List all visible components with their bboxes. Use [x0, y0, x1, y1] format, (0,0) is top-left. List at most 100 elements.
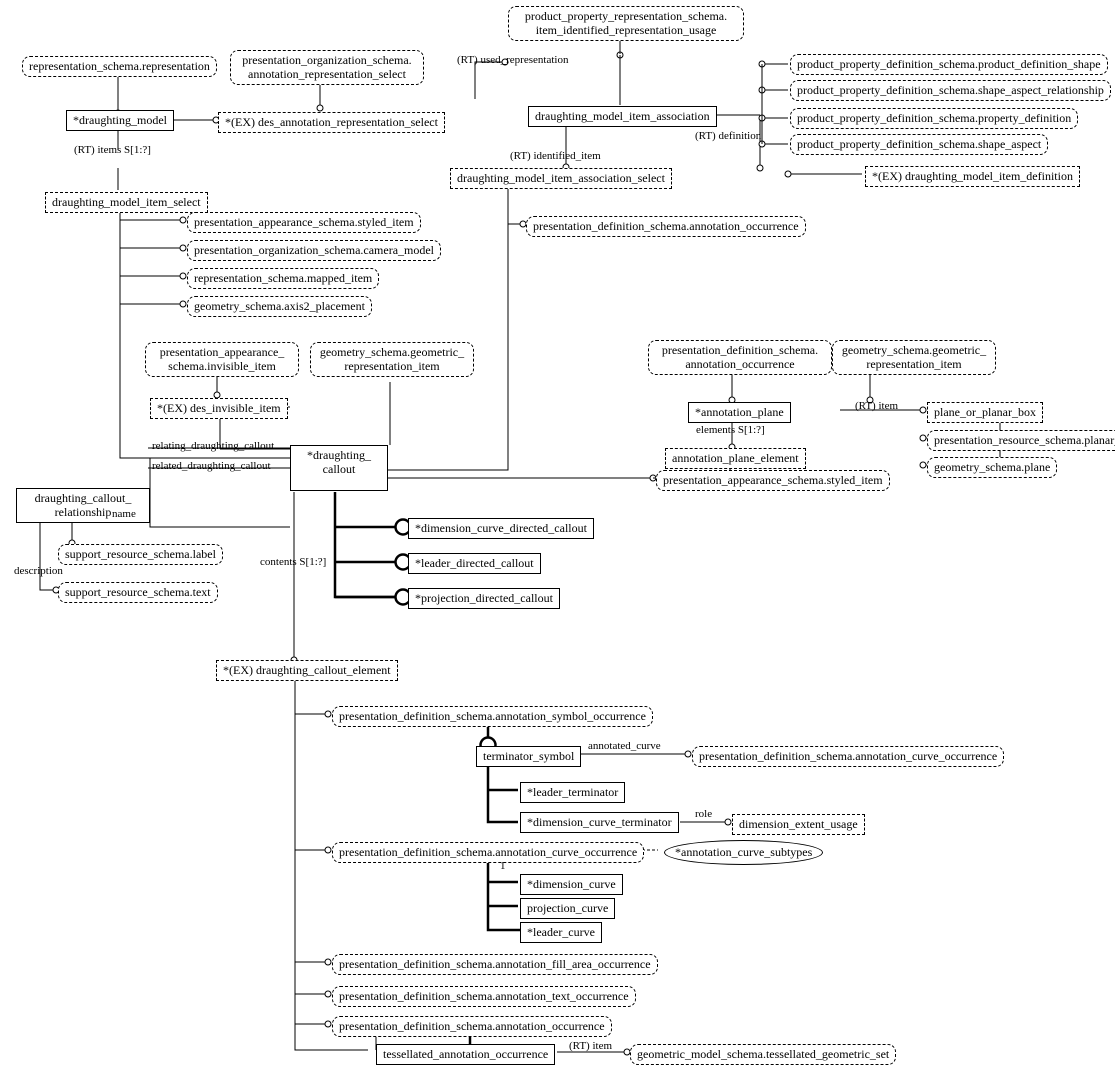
node-gms-tess: geometric_model_schema.tessellated_geome…	[630, 1044, 896, 1065]
lbl-rt-item: (RT) item	[855, 400, 898, 412]
node-pds-annot-occ-mid: presentation_definition_schema.annotatio…	[526, 216, 806, 237]
node-dim-extent-usage: dimension_extent_usage	[732, 814, 865, 835]
node-annot-plane: *annotation_plane	[688, 402, 791, 423]
lbl: plane_or_planar_box	[934, 405, 1036, 419]
node-prs-planar-box: presentation_resource_schema.planar_box	[927, 430, 1115, 451]
lbl: presentation_appearance_ schema.invisibl…	[160, 345, 285, 373]
lbl: presentation_definition_schema.annotatio…	[339, 845, 637, 859]
lbl: product_property_definition_schema.prope…	[797, 111, 1071, 125]
node-rep-schema-rep: representation_schema.representation	[22, 56, 217, 77]
lbl: projection_curve	[527, 901, 608, 915]
node-gs-plane: geometry_schema.plane	[927, 457, 1057, 478]
node-pas-invisible: presentation_appearance_ schema.invisibl…	[145, 342, 299, 377]
node-pds-annot-occ-top: presentation_definition_schema. annotati…	[648, 340, 832, 375]
node-draughting-model: *draughting_model	[66, 110, 174, 131]
node-pas-styled: presentation_appearance_schema.styled_it…	[187, 212, 421, 233]
lbl-annotated-curve: annotated_curve	[588, 740, 661, 752]
lbl: *(EX) des_annotation_representation_sele…	[225, 115, 438, 129]
node-projection-curve: projection_curve	[520, 898, 615, 919]
lbl: presentation_definition_schema.annotatio…	[339, 989, 629, 1003]
lbl: annotation_plane_element	[672, 451, 799, 465]
lbl: presentation_definition_schema.annotatio…	[339, 709, 646, 723]
lbl: product_property_representation_schema. …	[525, 9, 727, 37]
node-srs-text: support_resource_schema.text	[58, 582, 218, 603]
lbl: *dimension_curve	[527, 877, 616, 891]
lbl: *(EX) des_invisible_item	[157, 401, 281, 415]
lbl-role: role	[695, 808, 712, 820]
node-leader-callout: *leader_directed_callout	[408, 553, 541, 574]
node-dm-item-def: *(EX) draughting_model_item_definition	[865, 166, 1080, 187]
node-des-annot-sel: *(EX) des_annotation_representation_sele…	[218, 112, 445, 133]
node-pos-camera: presentation_organization_schema.camera_…	[187, 240, 441, 261]
node-leader-terminator: *leader_terminator	[520, 782, 625, 803]
lbl: *(EX) draughting_model_item_definition	[872, 169, 1073, 183]
node-dm-item-sel: draughting_model_item_select	[45, 192, 208, 213]
lbl-rt-item2: (RT) item	[569, 1040, 612, 1052]
node-srs-label: support_resource_schema.label	[58, 544, 223, 565]
lbl-definition: (RT) definition	[695, 130, 761, 142]
lbl: product_property_definition_schema.produ…	[797, 57, 1101, 71]
node-des-invisible: *(EX) des_invisible_item	[150, 398, 288, 419]
node-draughting-callout: *draughting_ callout	[290, 445, 388, 491]
lbl-description: description	[14, 565, 63, 577]
node-ppd-sa: product_property_definition_schema.shape…	[790, 134, 1048, 155]
lbl: *draughting_model	[73, 113, 167, 127]
lbl-relating-dc: relating_draughting_callout	[152, 440, 274, 452]
lbl: *leader_terminator	[527, 785, 618, 799]
node-dc-element: *(EX) draughting_callout_element	[216, 660, 398, 681]
lbl: product_property_definition_schema.shape…	[797, 83, 1104, 97]
node-gs-geom-rep: geometry_schema.geometric_ representatio…	[310, 342, 474, 377]
node-pds-fill-area: presentation_definition_schema.annotatio…	[332, 954, 658, 975]
lbl: presentation_definition_schema.annotatio…	[339, 1019, 605, 1033]
node-dm-item-assoc: draughting_model_item_association	[528, 106, 717, 127]
lbl: *annotation_curve_subtypes	[675, 845, 812, 859]
node-pds-text-occ: presentation_definition_schema.annotatio…	[332, 986, 636, 1007]
lbl: support_resource_schema.label	[65, 547, 216, 561]
lbl: draughting_model_item_association	[535, 109, 710, 123]
lbl: *(EX) draughting_callout_element	[223, 663, 391, 677]
lbl: draughting_model_item_select	[52, 195, 201, 209]
lbl-items: (RT) items S[1:?]	[74, 144, 151, 156]
node-tess-annot: tessellated_annotation_occurrence	[376, 1044, 555, 1065]
lbl: geometry_schema.geometric_ representatio…	[842, 343, 986, 371]
node-leader-curve: *leader_curve	[520, 922, 602, 943]
node-proj-callout: *projection_directed_callout	[408, 588, 560, 609]
lbl: presentation_definition_schema.annotatio…	[699, 749, 997, 763]
node-annot-plane-el: annotation_plane_element	[665, 448, 806, 469]
node-gs-geom-rep2: geometry_schema.geometric_ representatio…	[832, 340, 996, 375]
lbl: *leader_directed_callout	[415, 556, 534, 570]
lbl-identified-item: (RT) identified_item	[510, 150, 601, 162]
node-terminator-symbol: terminator_symbol	[476, 746, 581, 767]
node-plane-or-box: plane_or_planar_box	[927, 402, 1043, 423]
lbl: *leader_curve	[527, 925, 595, 939]
lbl: geometry_schema.axis2_placement	[194, 299, 365, 313]
lbl-name: name	[112, 508, 136, 520]
lbl: presentation_definition_schema.annotatio…	[339, 957, 651, 971]
lbl-contents: contents S[1:?]	[260, 556, 326, 568]
node-dim-curve-terminator: *dimension_curve_terminator	[520, 812, 679, 833]
node-pds-annot-occ3: presentation_definition_schema.annotatio…	[332, 1016, 612, 1037]
lbl: presentation_organization_schema.camera_…	[194, 243, 434, 257]
lbl: representation_schema.representation	[29, 59, 210, 73]
node-dim-curve-callout: *dimension_curve_directed_callout	[408, 518, 594, 539]
node-annot-curve-subtypes: *annotation_curve_subtypes	[664, 840, 823, 865]
lbl: dimension_extent_usage	[739, 817, 858, 831]
lbl: presentation_definition_schema.annotatio…	[533, 219, 799, 233]
lbl: *projection_directed_callout	[415, 591, 553, 605]
node-dm-item-assoc-sel: draughting_model_item_association_select	[450, 168, 672, 189]
node-ppd-shape: product_property_definition_schema.produ…	[790, 54, 1108, 75]
lbl: *draughting_ callout	[307, 448, 371, 476]
lbl: *annotation_plane	[695, 405, 784, 419]
node-ppd-pd: product_property_definition_schema.prope…	[790, 108, 1078, 129]
lbl: tessellated_annotation_occurrence	[383, 1047, 548, 1061]
node-gs-axis2: geometry_schema.axis2_placement	[187, 296, 372, 317]
lbl-related-dc: related_draughting_callout	[152, 460, 271, 472]
node-pres-org-annot-sel: presentation_organization_schema. annota…	[230, 50, 424, 85]
lbl: presentation_appearance_schema.styled_it…	[194, 215, 414, 229]
lbl: *dimension_curve_terminator	[527, 815, 672, 829]
lbl-elements: elements S[1:?]	[696, 424, 765, 436]
lbl: support_resource_schema.text	[65, 585, 211, 599]
lbl-used-rep: (RT) used_representation	[457, 54, 568, 66]
lbl: presentation_resource_schema.planar_box	[934, 433, 1115, 447]
node-pds-annot-curve: presentation_definition_schema.annotatio…	[692, 746, 1004, 767]
